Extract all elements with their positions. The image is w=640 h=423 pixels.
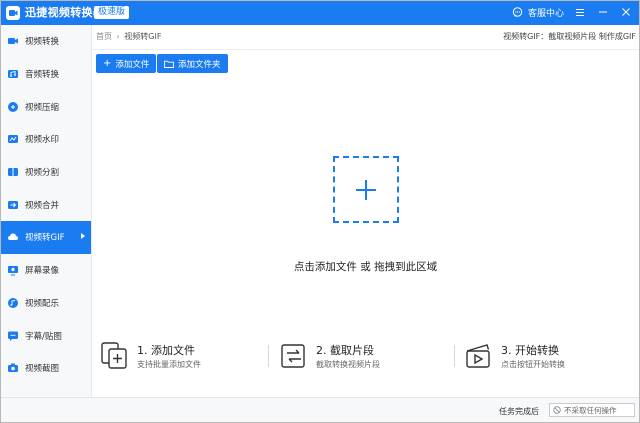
edition-badge: 极速版 [94,6,130,19]
step-title: 3. 开始转换 [501,344,559,357]
after-task-label: 任务完成后 [499,407,539,416]
add-folder-label: 添加文件夹 [178,59,221,70]
audio-convert-icon [7,68,19,80]
sidebar-item-label: 字幕/贴图 [25,331,62,342]
sidebar-item-audio-convert[interactable]: 音频转换 [1,58,91,91]
breadcrumb-separator: › [116,32,120,41]
step-desc: 支持批量添加文件 [137,360,201,369]
video-compress-icon [7,101,19,113]
dropzone-add-button[interactable] [333,156,399,223]
video-split-icon [7,166,19,178]
sidebar-item-label: 视频转GIF [25,233,65,244]
feature-hint: 视频转GIF：截取视频片段 制作成GIF [503,32,636,41]
sidebar-item-label: 屏幕录像 [25,266,60,277]
music-icon [7,297,19,309]
active-arrow-icon [81,233,85,240]
breadcrumb-current: 视频转GIF [124,32,162,41]
app-logo-icon [6,6,20,20]
step-divider [268,345,269,367]
clip-segment-icon [280,342,308,370]
chat-icon [511,5,525,19]
start-convert-icon [465,342,493,370]
app-title: 迅捷视频转换器 [25,6,105,19]
video-convert-icon [7,35,19,47]
support-center-label: 客服中心 [527,8,564,19]
main-panel: 首页 › 视频转GIF 视频转GIF：截取视频片段 制作成GIF + 添加文件 … [92,25,639,397]
title-bar: 迅捷视频转换器 极速版 客服中心 [1,1,639,25]
folder-icon [164,60,174,68]
gif-icon [7,231,19,243]
sidebar-item-video-to-gif[interactable]: 视频转GIF [1,221,91,254]
sidebar-item-label: 视频配乐 [25,298,60,309]
sidebar-item-screen-record[interactable]: 屏幕录像 [1,254,91,287]
sidebar-item-label: 视频压缩 [25,102,60,113]
step-title: 2. 截取片段 [316,344,374,357]
sidebar-item-video-compress[interactable]: 视频压缩 [1,90,91,123]
sidebar-item-label: 视频水印 [25,135,60,146]
screen-record-icon [7,264,19,276]
plus-icon: + [103,57,112,69]
sidebar: 视频转换 音频转换 视频压缩 视频水印 视频分割 视频合并 视频转GIF 屏幕录… [1,25,92,397]
add-file-button[interactable]: + 添加文件 [96,54,157,73]
after-task-value: 不采取任何操作 [564,405,617,415]
sidebar-item-video-music[interactable]: 视频配乐 [1,287,91,320]
plus-large-icon [355,179,377,201]
watermark-icon [7,133,19,145]
step-title: 1. 添加文件 [137,344,195,357]
sidebar-item-label: 音频转换 [25,70,60,81]
dropzone-text[interactable]: 点击添加文件 或 拖拽到此区域 [92,259,639,274]
menu-icon[interactable] [573,5,587,19]
sidebar-item-video-convert[interactable]: 视频转换 [1,25,91,58]
video-merge-icon [7,199,19,211]
sidebar-item-video-screenshot[interactable]: 视频截图 [1,352,91,385]
step-desc: 截取转换视频片段 [316,360,380,369]
add-files-icon [101,342,129,370]
sidebar-item-video-merge[interactable]: 视频合并 [1,188,91,221]
support-center-button[interactable]: 客服中心 [511,5,564,19]
screenshot-icon [7,362,19,374]
app-window: 迅捷视频转换器 极速版 客服中心 视频转换 音频转换 视频压缩 视频水印 视频分… [0,0,640,423]
close-icon[interactable] [619,5,633,19]
subtitle-icon [7,330,19,342]
sidebar-item-subtitle-sticker[interactable]: 字幕/贴图 [1,319,91,352]
step-desc: 点击按钮开始转换 [501,360,565,369]
after-task-select[interactable]: 不采取任何操作 [549,403,635,417]
add-file-label: 添加文件 [115,59,150,70]
sidebar-item-video-split[interactable]: 视频分割 [1,156,91,189]
breadcrumb-home[interactable]: 首页 [96,32,112,41]
no-action-icon [553,406,561,414]
sidebar-item-watermark[interactable]: 视频水印 [1,123,91,156]
minimize-icon[interactable] [596,5,610,19]
sidebar-item-label: 视频合并 [25,200,60,211]
breadcrumb: 首页 › 视频转GIF [96,31,161,42]
sidebar-item-label: 视频分割 [25,168,60,179]
header-divider [92,49,639,50]
sidebar-item-label: 视频截图 [25,364,60,375]
sidebar-item-label: 视频转换 [25,37,60,48]
add-folder-button[interactable]: 添加文件夹 [157,54,228,73]
status-bar: 任务完成后 不采取任何操作 [1,397,639,422]
step-divider [454,345,455,367]
